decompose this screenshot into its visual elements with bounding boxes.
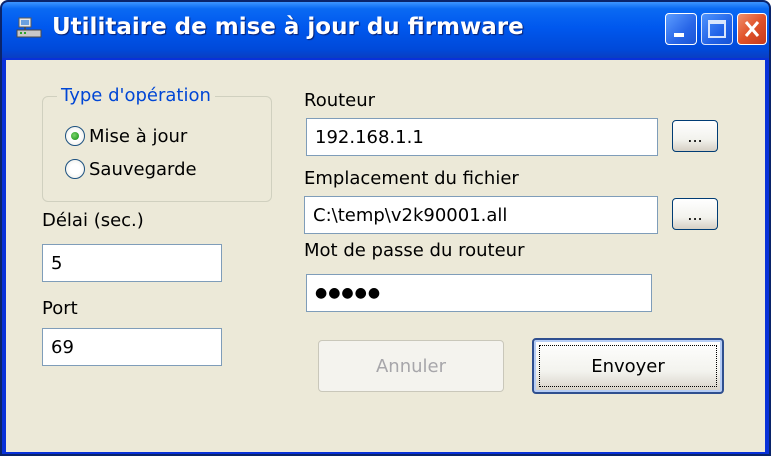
router-browse-button[interactable]: ... xyxy=(672,120,718,152)
firmware-update-window: Utilitaire de mise à jour du firmware Ty… xyxy=(0,0,771,456)
close-icon xyxy=(744,21,760,37)
port-input[interactable]: 69 xyxy=(42,328,222,366)
cancel-button[interactable]: Annuler xyxy=(318,340,504,392)
file-location-input[interactable]: C:\temp\v2k90001.all xyxy=(304,196,658,234)
send-button[interactable]: Envoyer xyxy=(532,338,724,394)
maximize-icon xyxy=(708,20,726,38)
app-router-icon xyxy=(16,17,42,38)
radio-update[interactable]: Mise à jour xyxy=(65,124,187,148)
radio-backup-label: Sauvegarde xyxy=(89,158,197,180)
radio-checked-icon xyxy=(65,126,85,146)
delay-label: Délai (sec.) xyxy=(42,210,144,231)
port-label: Port xyxy=(42,298,78,319)
minimize-button[interactable] xyxy=(665,13,697,45)
radio-backup[interactable]: Sauvegarde xyxy=(65,157,197,181)
operation-type-group: Type d'opération Mise à jour Sauvegarde xyxy=(42,85,272,202)
operation-type-legend: Type d'opération xyxy=(57,85,215,106)
dialog-client-area: Type d'opération Mise à jour Sauvegarde … xyxy=(6,60,765,452)
password-input[interactable]: ●●●●● xyxy=(306,274,652,312)
maximize-button[interactable] xyxy=(701,13,733,45)
file-location-label: Emplacement du fichier xyxy=(304,168,519,189)
radio-update-label: Mise à jour xyxy=(89,125,188,147)
password-label: Mot de passe du routeur xyxy=(304,240,525,261)
close-button[interactable] xyxy=(737,13,767,45)
file-browse-button[interactable]: ... xyxy=(672,198,718,230)
window-title: Utilitaire de mise à jour du firmware xyxy=(52,14,524,40)
send-button-label: Envoyer xyxy=(591,355,665,377)
minimize-icon xyxy=(674,33,684,37)
delay-input[interactable]: 5 xyxy=(42,244,222,282)
radio-unchecked-icon xyxy=(65,159,85,179)
title-bar[interactable]: Utilitaire de mise à jour du firmware xyxy=(2,2,769,58)
router-label: Routeur xyxy=(304,90,376,111)
router-input[interactable]: 192.168.1.1 xyxy=(306,118,658,156)
